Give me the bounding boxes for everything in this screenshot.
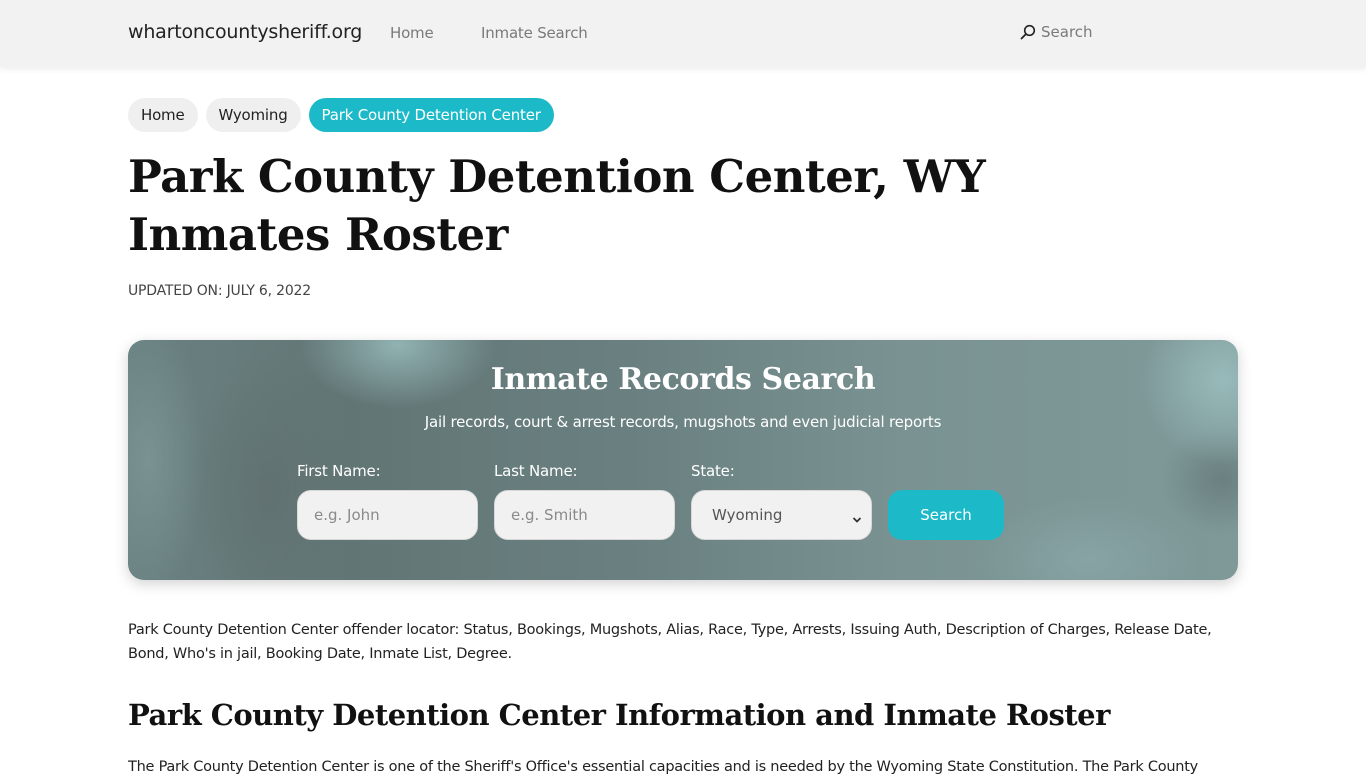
first-name-input[interactable] [297, 490, 478, 540]
inmate-search-card: Inmate Records Search Jail records, cour… [128, 340, 1238, 580]
updated-date: UPDATED ON: JULY 6, 2022 [128, 283, 311, 299]
search-card-subtitle: Jail records, court & arrest records, mu… [424, 413, 942, 431]
last-name-input[interactable] [494, 490, 675, 540]
state-label: State: [691, 462, 735, 480]
brand-link[interactable]: whartoncountysheriff.org [128, 21, 362, 43]
search-icon [1020, 24, 1036, 40]
breadcrumb-home[interactable]: Home [128, 98, 198, 132]
nav-search-button[interactable]: Search [1020, 23, 1093, 41]
nav-link-home[interactable]: Home [390, 24, 434, 42]
state-select[interactable]: Wyoming [691, 490, 872, 540]
first-name-label: First Name: [297, 462, 381, 480]
nav-search-label: Search [1041, 23, 1093, 41]
search-card-title: Inmate Records Search [490, 362, 876, 397]
page-title: Park County Detention Center, WY Inmates… [128, 150, 986, 261]
breadcrumb-wyoming[interactable]: Wyoming [205, 98, 301, 132]
breadcrumb: Home Wyoming Park County Detention Cente… [128, 98, 554, 132]
offender-locator-intro: Park County Detention Center offender lo… [128, 622, 1212, 662]
state-select-wrapper: Wyoming [691, 490, 872, 540]
first-name-field-group: First Name: [297, 462, 478, 540]
section-body-text: The Park County Detention Center is one … [128, 759, 1198, 775]
last-name-label: Last Name: [494, 462, 578, 480]
search-submit-button[interactable]: Search [888, 490, 1004, 540]
last-name-field-group: Last Name: [494, 462, 675, 540]
section-heading: Park County Detention Center Information… [128, 698, 1110, 732]
state-field-group: State: Wyoming [691, 462, 872, 540]
top-navbar: whartoncountysheriff.org Home Inmate Sea… [0, 0, 1366, 67]
nav-link-inmate-search[interactable]: Inmate Search [481, 24, 588, 42]
breadcrumb-current[interactable]: Park County Detention Center [308, 98, 554, 132]
